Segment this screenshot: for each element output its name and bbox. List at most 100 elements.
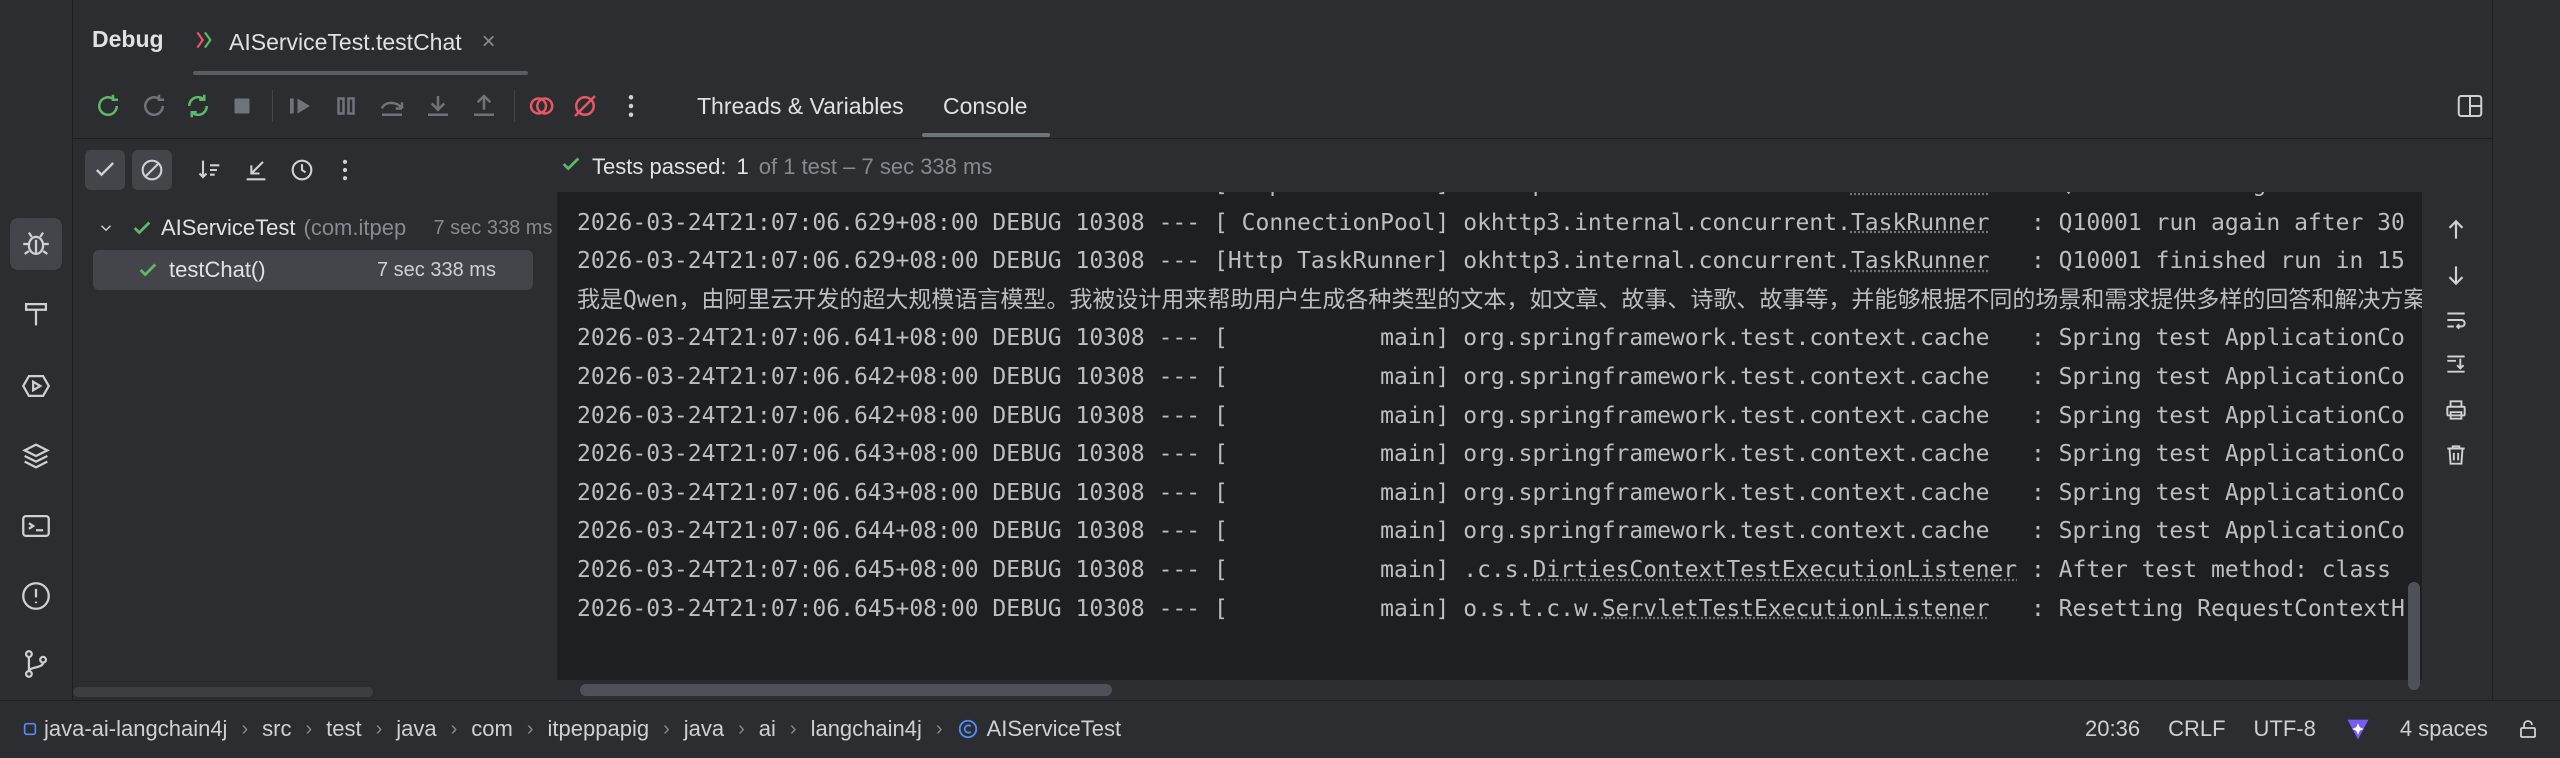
console-line-tail: : Resetting RequestContextH [1989,595,2405,622]
breadcrumb-item[interactable]: langchain4j [811,716,922,742]
rerun-auto-icon[interactable] [180,88,216,124]
close-icon[interactable]: × [482,28,496,56]
clear-all-icon[interactable] [2441,440,2471,470]
console-line-tail: : Q10001 run again after 30 [1989,209,2405,236]
more-icon[interactable] [613,88,649,124]
scroll-down-icon[interactable] [2441,260,2471,290]
module-icon [22,721,38,737]
breadcrumb-item[interactable]: com [471,716,513,742]
show-ignored-icon[interactable] [132,150,172,190]
console-line-link: TaskRunner [1850,209,1990,236]
ai-assistant-icon[interactable] [2344,715,2372,743]
breadcrumb-item[interactable]: java-ai-langchain4j [44,716,227,742]
breadcrumb-item[interactable]: AIServiceTest [987,716,1122,742]
view-breakpoints-icon[interactable] [523,88,559,124]
console-horizontal-scrollbar[interactable] [580,684,1112,696]
line-separator[interactable]: CRLF [2168,716,2225,742]
collapse-icon[interactable] [236,150,276,190]
console-line-tail: : After test method: class [2017,557,2391,583]
tree-row-selected[interactable]: testChat() 7 sec 338 ms [93,250,533,290]
console-line: 2026-03-24T21:07:06.644+08:00 DEBUG 1030… [577,513,2405,549]
chevron-right-icon: › [241,717,249,740]
rerun-icon[interactable] [90,88,126,124]
print-icon[interactable] [2441,395,2471,425]
tree-row-label: testChat() [169,257,266,282]
git-icon[interactable] [10,638,62,690]
resume-icon[interactable] [282,88,318,124]
tab-console[interactable]: Console [943,93,1027,120]
console-line: 2026-03-24T21:07:06.642+08:00 DEBUG 1030… [577,398,2405,434]
console-vertical-scrollbar[interactable] [2408,582,2420,690]
console-line-text: 2026-03-24T21:07:06.642+08:00 DEBUG 1030… [577,402,2405,429]
mute-breakpoints-icon[interactable] [567,88,603,124]
class-icon [957,718,979,740]
scroll-up-icon[interactable] [2441,215,2471,245]
breadcrumb-item[interactable]: itpeppapig [548,716,650,742]
test-status: Tests passed: 1 of 1 test – 7 sec 338 ms [560,149,992,185]
console-line-text: 2026-03-24T21:07:06.642+08:00 DEBUG 1030… [577,364,2405,390]
indent-setting[interactable]: 4 spaces [2400,716,2488,742]
step-out-icon[interactable] [466,88,502,124]
run-services-icon[interactable] [10,360,62,412]
chevron-down-icon[interactable] [93,219,119,237]
chevron-right-icon: › [305,717,313,740]
step-over-icon[interactable] [374,88,410,124]
console-line-text: 2026-03-24T21:07:06.645+08:00 DEBUG 1030… [577,595,1602,622]
chevron-right-icon: › [738,717,745,740]
tree-more-icon[interactable] [325,150,365,190]
status-prefix: Tests passed: [592,154,727,179]
breadcrumb-item[interactable]: ai [759,716,776,742]
breadcrumb-item[interactable]: test [326,716,361,742]
terminal-icon[interactable] [10,500,62,552]
console-line-text: 2026-03-24T21:07:06.644+08:00 DEBUG 1030… [577,518,2405,545]
caret-position[interactable]: 20:36 [2085,716,2140,742]
console-line-link: DirtiesContextTestExecutionListener [1532,557,2018,583]
breadcrumb-item[interactable]: java [396,716,436,742]
soft-wrap-icon[interactable] [2441,305,2471,335]
console-line: 2026-03-24T21:07:06.645+08:00 DEBUG 1030… [577,552,2391,588]
build-tool-icon[interactable] [10,288,62,340]
problems-icon[interactable] [10,570,62,622]
tree-scrollbar[interactable] [73,687,373,697]
tree-row-time: 7 sec 338 ms [377,258,496,281]
check-icon [137,259,159,281]
lock-icon[interactable] [2516,717,2540,741]
chevron-right-icon: › [450,717,458,740]
scroll-to-end-icon[interactable] [2441,348,2471,378]
sort-icon[interactable] [190,150,230,190]
console-line-link: TaskRunner [1850,248,1990,275]
console-line-link: ServletTestExecutionListener [1601,595,1990,622]
console-output[interactable]: 2026-03-24T21:07:06.627+08:00 DEBUG 1030… [557,192,2422,680]
layers-icon[interactable] [10,430,62,482]
console-line-link: TaskRunner [1851,192,1989,197]
layout-settings-icon[interactable] [2455,91,2485,121]
left-tool-strip [0,0,73,700]
session-tab-label: AIServiceTest.testChat [229,28,462,55]
console-line: 2026-03-24T21:07:06.641+08:00 DEBUG 1030… [577,320,2405,356]
console-line-tail: : Q10001 finished run in 15 [1989,248,2405,275]
debug-tool-icon[interactable] [10,218,62,270]
show-passed-icon[interactable] [85,150,125,190]
session-tab[interactable]: AIServiceTest.testChat × [193,22,496,62]
stop-icon[interactable] [224,88,260,124]
panel-title: Debug [92,26,164,52]
console-line-text: 我是Qwen，由阿里云开发的超大规模语言模型。我被设计用来帮助用户生成各种类型的… [577,286,2422,313]
step-into-icon[interactable] [420,88,456,124]
tab-threads-variables[interactable]: Threads & Variables [697,93,904,120]
tree-row[interactable]: AIServiceTest (com.itpep 7 sec 338 ms [93,208,555,248]
console-line-text: 2026-03-24T21:07:06.627+08:00 DEBUG 1030… [577,192,1851,197]
tree-row-package: (com.itpep [303,215,407,240]
status-rest: of 1 test – 7 sec 338 ms [758,154,993,179]
console-tab-underline [922,133,1050,137]
console-line: 我是Qwen，由阿里云开发的超大规模语言模型。我被设计用来帮助用户生成各种类型的… [577,282,2422,318]
rerun-failed-icon[interactable] [136,88,172,124]
pause-icon[interactable] [328,88,364,124]
history-icon[interactable] [282,150,322,190]
console-line-tail: : Q10001 starting [1989,192,2266,197]
console-line: 2026-03-24T21:07:06.629+08:00 DEBUG 1030… [577,243,2405,279]
breadcrumb-item[interactable]: src [262,716,291,742]
file-encoding[interactable]: UTF-8 [2254,716,2316,742]
tree-row-label: AIServiceTest [161,215,296,240]
breadcrumb-item[interactable]: java [684,716,724,742]
console-line-text: 2026-03-24T21:07:06.629+08:00 DEBUG 1030… [577,209,1851,236]
